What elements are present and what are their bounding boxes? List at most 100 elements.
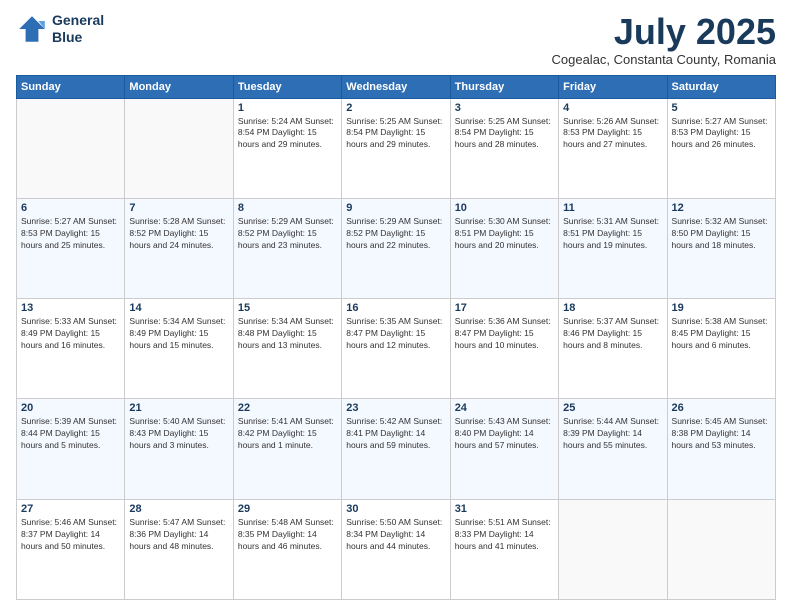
day-cell: 3 Sunrise: 5:25 AM Sunset: 8:54 PM Daylig… [450,98,558,198]
logo-icon [16,13,48,45]
day-info: Sunrise: 5:37 AM Sunset: 8:46 PM Dayligh… [563,316,662,352]
day-info: Sunrise: 5:41 AM Sunset: 8:42 PM Dayligh… [238,416,337,452]
day-info: Sunrise: 5:35 AM Sunset: 8:47 PM Dayligh… [346,316,445,352]
day-cell [559,499,667,599]
day-cell: 11 Sunrise: 5:31 AM Sunset: 8:51 PM Dayli… [559,198,667,298]
day-cell: 20Sunrise: 5:39 AM Sunset: 8:44 PM Dayli… [17,399,125,499]
col-sunday: Sunday [17,75,125,98]
day-cell: 8Sunrise: 5:29 AM Sunset: 8:52 PM Daylig… [233,198,341,298]
day-cell: 15 Sunrise: 5:34 AM Sunset: 8:48 PM Dayli… [233,299,341,399]
day-cell: 1Sunrise: 5:24 AM Sunset: 8:54 PM Daylig… [233,98,341,198]
day-number: 28 [129,503,228,515]
day-cell: 25 Sunrise: 5:44 AM Sunset: 8:39 PM Dayli… [559,399,667,499]
day-number: 7 [129,202,228,214]
day-number: 31 [455,503,554,515]
day-number: 23 [346,402,445,414]
day-cell: 5 Sunrise: 5:27 AM Sunset: 8:53 PM Daylig… [667,98,775,198]
logo-line1: General [52,12,104,29]
day-info: Sunrise: 5:29 AM Sunset: 8:52 PM Dayligh… [346,216,445,252]
day-info: Sunrise: 5:43 AM Sunset: 8:40 PM Dayligh… [455,416,554,452]
day-cell: 18 Sunrise: 5:37 AM Sunset: 8:46 PM Dayli… [559,299,667,399]
day-info: Sunrise: 5:25 AM Sunset: 8:54 PM Dayligh… [346,116,445,152]
day-number: 24 [455,402,554,414]
day-info: Sunrise: 5:31 AM Sunset: 8:51 PM Dayligh… [563,216,662,252]
day-number: 17 [455,302,554,314]
col-friday: Friday [559,75,667,98]
day-number: 18 [563,302,662,314]
day-cell: 22 Sunrise: 5:41 AM Sunset: 8:42 PM Dayli… [233,399,341,499]
title-block: July 2025 Cogealac, Constanta County, Ro… [552,12,777,67]
week-row-1: 1Sunrise: 5:24 AM Sunset: 8:54 PM Daylig… [17,98,776,198]
month-title: July 2025 [552,12,777,52]
day-cell: 10Sunrise: 5:30 AM Sunset: 8:51 PM Dayli… [450,198,558,298]
col-thursday: Thursday [450,75,558,98]
day-number: 3 [455,102,554,114]
day-info: Sunrise: 5:40 AM Sunset: 8:43 PM Dayligh… [129,416,228,452]
day-number: 2 [346,102,445,114]
day-cell: 4 Sunrise: 5:26 AM Sunset: 8:53 PM Daylig… [559,98,667,198]
day-info: Sunrise: 5:28 AM Sunset: 8:52 PM Dayligh… [129,216,228,252]
day-cell: 19 Sunrise: 5:38 AM Sunset: 8:45 PM Dayli… [667,299,775,399]
day-cell [125,98,233,198]
col-saturday: Saturday [667,75,775,98]
day-number: 22 [238,402,337,414]
logo: General Blue [16,12,104,46]
location-subtitle: Cogealac, Constanta County, Romania [552,52,777,67]
day-cell: 7 Sunrise: 5:28 AM Sunset: 8:52 PM Daylig… [125,198,233,298]
day-info: Sunrise: 5:34 AM Sunset: 8:48 PM Dayligh… [238,316,337,352]
day-info: Sunrise: 5:26 AM Sunset: 8:53 PM Dayligh… [563,116,662,152]
day-cell: 13Sunrise: 5:33 AM Sunset: 8:49 PM Dayli… [17,299,125,399]
day-number: 19 [672,302,771,314]
day-cell: 16Sunrise: 5:35 AM Sunset: 8:47 PM Dayli… [342,299,450,399]
day-info: Sunrise: 5:24 AM Sunset: 8:54 PM Dayligh… [238,116,337,152]
day-number: 20 [21,402,120,414]
day-info: Sunrise: 5:44 AM Sunset: 8:39 PM Dayligh… [563,416,662,452]
header: General Blue July 2025 Cogealac, Constan… [16,12,776,67]
week-row-4: 20Sunrise: 5:39 AM Sunset: 8:44 PM Dayli… [17,399,776,499]
calendar-header-row: Sunday Monday Tuesday Wednesday Thursday… [17,75,776,98]
day-cell: 21 Sunrise: 5:40 AM Sunset: 8:43 PM Dayli… [125,399,233,499]
day-info: Sunrise: 5:50 AM Sunset: 8:34 PM Dayligh… [346,517,445,553]
day-number: 5 [672,102,771,114]
day-info: Sunrise: 5:34 AM Sunset: 8:49 PM Dayligh… [129,316,228,352]
day-info: Sunrise: 5:27 AM Sunset: 8:53 PM Dayligh… [672,116,771,152]
day-cell: 31 Sunrise: 5:51 AM Sunset: 8:33 PM Dayli… [450,499,558,599]
day-cell: 9 Sunrise: 5:29 AM Sunset: 8:52 PM Daylig… [342,198,450,298]
day-number: 26 [672,402,771,414]
day-info: Sunrise: 5:38 AM Sunset: 8:45 PM Dayligh… [672,316,771,352]
day-number: 15 [238,302,337,314]
day-number: 9 [346,202,445,214]
week-row-5: 27Sunrise: 5:46 AM Sunset: 8:37 PM Dayli… [17,499,776,599]
day-info: Sunrise: 5:32 AM Sunset: 8:50 PM Dayligh… [672,216,771,252]
day-info: Sunrise: 5:29 AM Sunset: 8:52 PM Dayligh… [238,216,337,252]
day-number: 13 [21,302,120,314]
day-cell: 2 Sunrise: 5:25 AM Sunset: 8:54 PM Daylig… [342,98,450,198]
page: General Blue July 2025 Cogealac, Constan… [0,0,792,612]
week-row-3: 13Sunrise: 5:33 AM Sunset: 8:49 PM Dayli… [17,299,776,399]
day-number: 25 [563,402,662,414]
day-number: 4 [563,102,662,114]
day-number: 12 [672,202,771,214]
day-info: Sunrise: 5:51 AM Sunset: 8:33 PM Dayligh… [455,517,554,553]
day-info: Sunrise: 5:36 AM Sunset: 8:47 PM Dayligh… [455,316,554,352]
day-cell: 30Sunrise: 5:50 AM Sunset: 8:34 PM Dayli… [342,499,450,599]
day-cell [17,98,125,198]
day-info: Sunrise: 5:46 AM Sunset: 8:37 PM Dayligh… [21,517,120,553]
day-number: 10 [455,202,554,214]
day-cell: 23Sunrise: 5:42 AM Sunset: 8:41 PM Dayli… [342,399,450,499]
col-monday: Monday [125,75,233,98]
day-info: Sunrise: 5:25 AM Sunset: 8:54 PM Dayligh… [455,116,554,152]
day-info: Sunrise: 5:45 AM Sunset: 8:38 PM Dayligh… [672,416,771,452]
day-cell: 27Sunrise: 5:46 AM Sunset: 8:37 PM Dayli… [17,499,125,599]
day-cell: 14Sunrise: 5:34 AM Sunset: 8:49 PM Dayli… [125,299,233,399]
day-cell [667,499,775,599]
day-cell: 28Sunrise: 5:47 AM Sunset: 8:36 PM Dayli… [125,499,233,599]
day-cell: 6Sunrise: 5:27 AM Sunset: 8:53 PM Daylig… [17,198,125,298]
day-number: 11 [563,202,662,214]
day-info: Sunrise: 5:27 AM Sunset: 8:53 PM Dayligh… [21,216,120,252]
day-cell: 17 Sunrise: 5:36 AM Sunset: 8:47 PM Dayli… [450,299,558,399]
day-cell: 29Sunrise: 5:48 AM Sunset: 8:35 PM Dayli… [233,499,341,599]
col-tuesday: Tuesday [233,75,341,98]
logo-text: General Blue [52,12,104,46]
day-number: 21 [129,402,228,414]
